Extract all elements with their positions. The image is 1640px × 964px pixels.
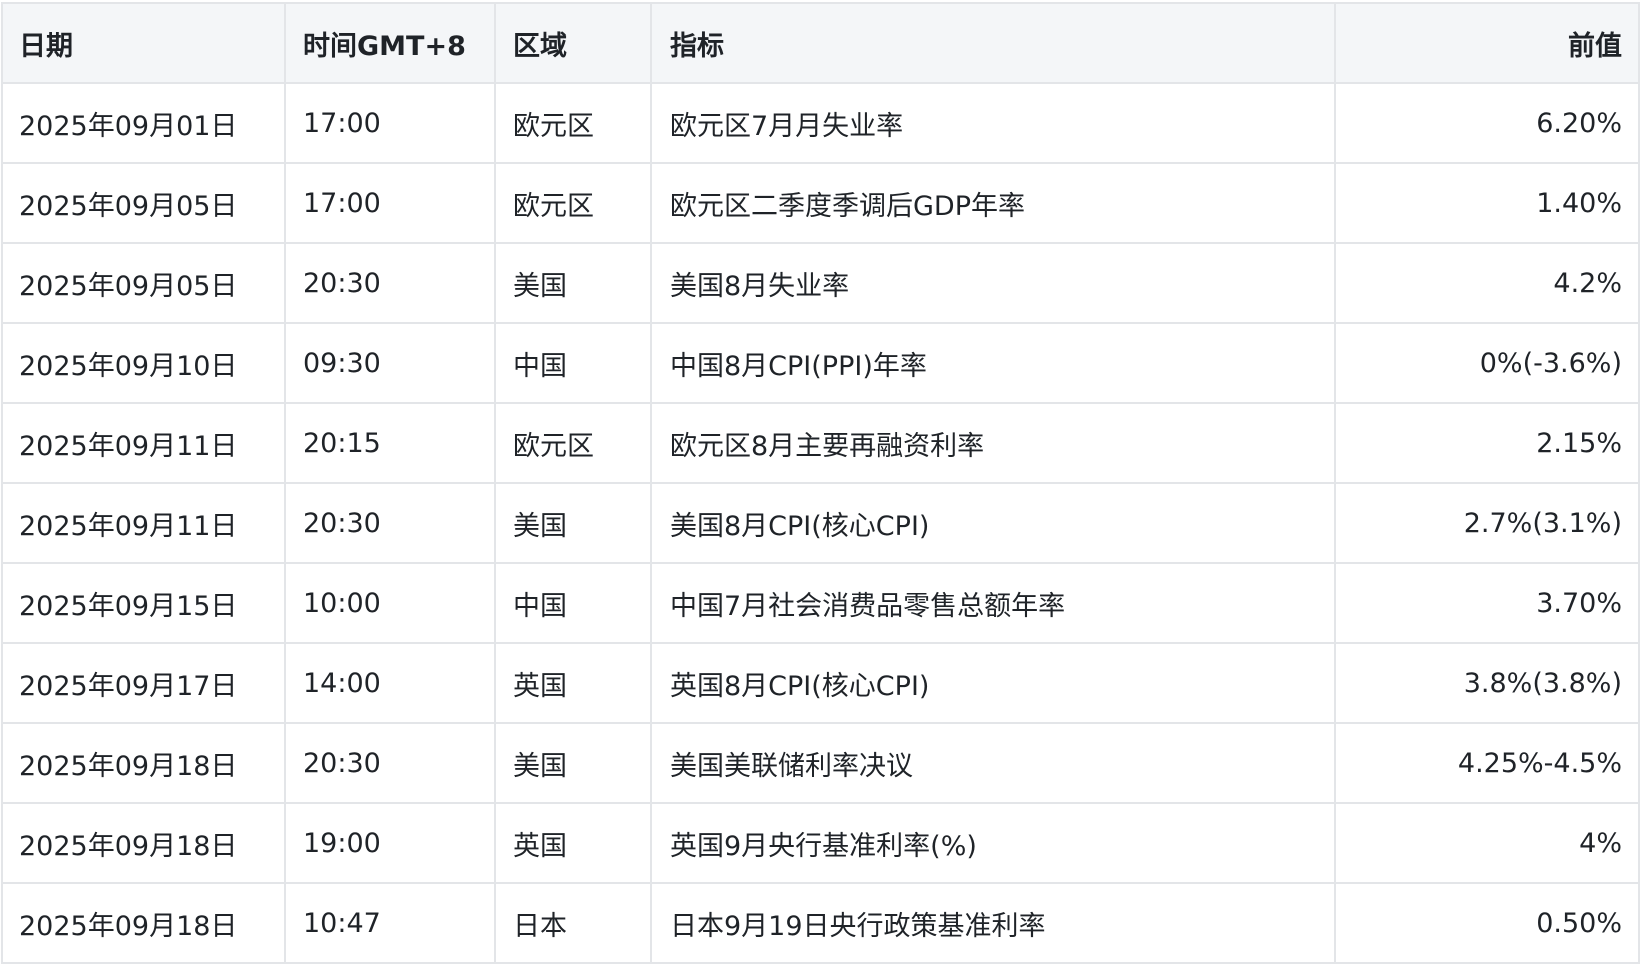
- time-cell: 09:30: [286, 324, 496, 402]
- table-row: 2025年09月10日 09:30 中国 中国8月CPI(PPI)年率 0%(-…: [3, 324, 1640, 404]
- table-row: 2025年09月18日 19:00 英国 英国9月央行基准利率(%) 4%: [3, 804, 1640, 884]
- indicator-cell: 美国美联储利率决议: [652, 724, 1336, 802]
- time-cell: 10:47: [286, 884, 496, 962]
- column-header-previous: 前值: [1336, 4, 1640, 82]
- region-cell: 美国: [496, 484, 652, 562]
- time-cell: 14:00: [286, 644, 496, 722]
- previous-value-cell: 0%(-3.6%): [1336, 324, 1640, 402]
- indicator-cell: 美国8月CPI(核心CPI): [652, 484, 1336, 562]
- indicator-cell: 欧元区7月月失业率: [652, 84, 1336, 162]
- table-row: 2025年09月17日 14:00 英国 英国8月CPI(核心CPI) 3.8%…: [3, 644, 1640, 724]
- table-row: 2025年09月18日 10:47 日本 日本9月19日央行政策基准利率 0.5…: [3, 884, 1640, 964]
- time-cell: 20:30: [286, 724, 496, 802]
- date-cell: 2025年09月15日: [3, 564, 286, 642]
- date-cell: 2025年09月18日: [3, 884, 286, 962]
- previous-value-cell: 4.25%-4.5%: [1336, 724, 1640, 802]
- time-cell: 10:00: [286, 564, 496, 642]
- previous-value-cell: 6.20%: [1336, 84, 1640, 162]
- indicator-cell: 日本9月19日央行政策基准利率: [652, 884, 1336, 962]
- indicator-cell: 中国7月社会消费品零售总额年率: [652, 564, 1336, 642]
- date-cell: 2025年09月05日: [3, 244, 286, 322]
- time-cell: 20:30: [286, 484, 496, 562]
- previous-value-cell: 4.2%: [1336, 244, 1640, 322]
- date-cell: 2025年09月11日: [3, 484, 286, 562]
- date-cell: 2025年09月18日: [3, 724, 286, 802]
- date-cell: 2025年09月01日: [3, 84, 286, 162]
- previous-value-cell: 2.7%(3.1%): [1336, 484, 1640, 562]
- region-cell: 中国: [496, 564, 652, 642]
- time-cell: 19:00: [286, 804, 496, 882]
- date-cell: 2025年09月18日: [3, 804, 286, 882]
- indicator-cell: 欧元区二季度季调后GDP年率: [652, 164, 1336, 242]
- table-row: 2025年09月11日 20:30 美国 美国8月CPI(核心CPI) 2.7%…: [3, 484, 1640, 564]
- region-cell: 美国: [496, 724, 652, 802]
- table-row: 2025年09月18日 20:30 美国 美国美联储利率决议 4.25%-4.5…: [3, 724, 1640, 804]
- date-cell: 2025年09月11日: [3, 404, 286, 482]
- region-cell: 美国: [496, 244, 652, 322]
- indicator-cell: 欧元区8月主要再融资利率: [652, 404, 1336, 482]
- table-row: 2025年09月05日 17:00 欧元区 欧元区二季度季调后GDP年率 1.4…: [3, 164, 1640, 244]
- column-header-time: 时间GMT+8: [286, 4, 496, 82]
- region-cell: 欧元区: [496, 84, 652, 162]
- date-cell: 2025年09月17日: [3, 644, 286, 722]
- indicator-cell: 美国8月失业率: [652, 244, 1336, 322]
- table-row: 2025年09月01日 17:00 欧元区 欧元区7月月失业率 6.20%: [3, 84, 1640, 164]
- time-cell: 17:00: [286, 164, 496, 242]
- previous-value-cell: 4%: [1336, 804, 1640, 882]
- date-cell: 2025年09月10日: [3, 324, 286, 402]
- indicator-cell: 英国9月央行基准利率(%): [652, 804, 1336, 882]
- region-cell: 欧元区: [496, 404, 652, 482]
- date-cell: 2025年09月05日: [3, 164, 286, 242]
- previous-value-cell: 3.8%(3.8%): [1336, 644, 1640, 722]
- previous-value-cell: 3.70%: [1336, 564, 1640, 642]
- previous-value-cell: 0.50%: [1336, 884, 1640, 962]
- time-cell: 20:15: [286, 404, 496, 482]
- table-row: 2025年09月11日 20:15 欧元区 欧元区8月主要再融资利率 2.15%: [3, 404, 1640, 484]
- column-header-date: 日期: [3, 4, 286, 82]
- previous-value-cell: 2.15%: [1336, 404, 1640, 482]
- time-cell: 17:00: [286, 84, 496, 162]
- indicator-cell: 中国8月CPI(PPI)年率: [652, 324, 1336, 402]
- time-cell: 20:30: [286, 244, 496, 322]
- indicator-cell: 英国8月CPI(核心CPI): [652, 644, 1336, 722]
- region-cell: 中国: [496, 324, 652, 402]
- region-cell: 欧元区: [496, 164, 652, 242]
- column-header-region: 区域: [496, 4, 652, 82]
- column-header-indicator: 指标: [652, 4, 1336, 82]
- table-header-row: 日期 时间GMT+8 区域 指标 前值: [3, 4, 1640, 84]
- region-cell: 英国: [496, 804, 652, 882]
- previous-value-cell: 1.40%: [1336, 164, 1640, 242]
- table-row: 2025年09月05日 20:30 美国 美国8月失业率 4.2%: [3, 244, 1640, 324]
- economic-calendar-table: 日期 时间GMT+8 区域 指标 前值 2025年09月01日 17:00 欧元…: [1, 2, 1640, 964]
- region-cell: 英国: [496, 644, 652, 722]
- table-row: 2025年09月15日 10:00 中国 中国7月社会消费品零售总额年率 3.7…: [3, 564, 1640, 644]
- region-cell: 日本: [496, 884, 652, 962]
